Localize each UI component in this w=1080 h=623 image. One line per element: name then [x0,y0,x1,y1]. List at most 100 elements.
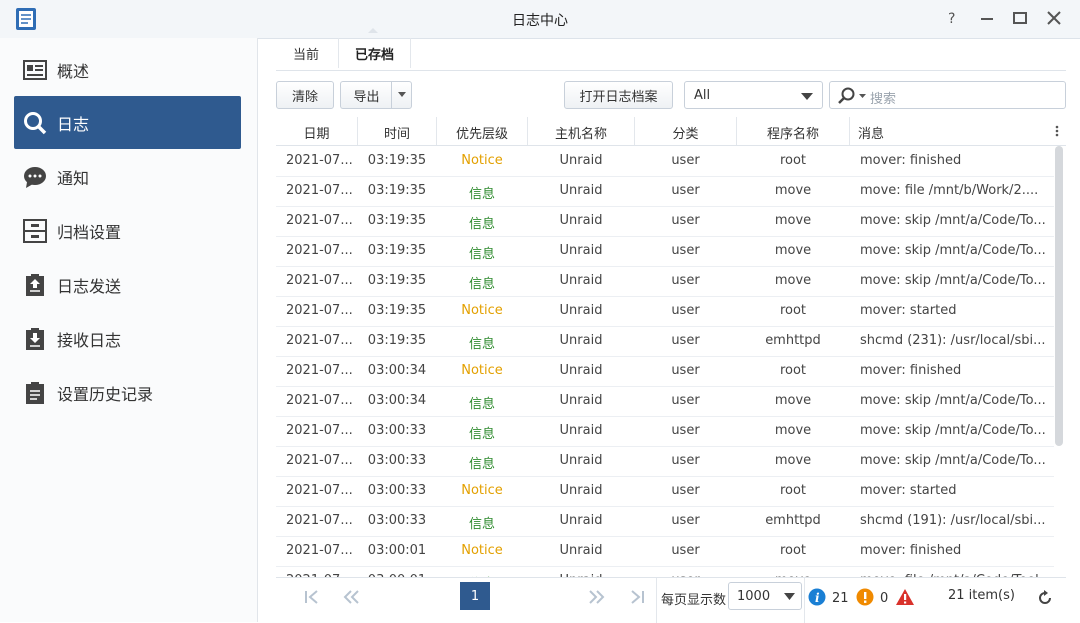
sidebar-item-archive-settings[interactable]: 归档设置 [14,204,241,257]
table-row[interactable]: 2021-07... 03:19:35 信息 Unraid user move move: … [276,266,1054,297]
first-page-icon[interactable] [304,590,320,604]
sidebar-item-label: 接收日志 [57,330,122,350]
per-page-label: 每页显示数 [661,593,727,608]
table-row[interactable]: 2021-07... 03:00:34 信息 Unraid user move move: … [276,386,1054,417]
cell-host: Unraid [559,273,603,288]
tab-bar: 当前 已存档 [276,38,1066,71]
cell-message: mover: finished [860,153,962,168]
table-row[interactable]: 2021-07... 03:00:33 信息 Unraid user move move: … [276,416,1054,447]
table-row[interactable]: 2021-07... 03:19:35 信息 Unraid user emhttpd shc… [276,326,1054,357]
previous-page-icon[interactable] [342,590,360,604]
sidebar-item-logs[interactable]: 日志 [14,96,241,149]
table-row[interactable]: 2021-07...03:00:01信息Unraidusermovemove: … [276,566,1054,577]
cell-date: 2021-07... [286,453,353,468]
table-row[interactable]: 2021-07... 03:19:35 信息 Unraid user move move: … [276,206,1054,237]
archive-cabinet-icon [23,218,47,243]
cell-program: move [774,273,812,288]
column-menu-icon[interactable] [1054,124,1060,138]
current-page-button[interactable]: 1 [460,582,490,610]
per-page-select[interactable]: 1000 [728,582,802,610]
clear-button[interactable]: 清除 [276,81,334,109]
svg-text:?: ? [948,11,955,27]
tab-archived[interactable]: 已存档 [355,44,394,63]
sidebar-item-receive-logs[interactable]: 接收日志 [14,312,241,365]
cell-host: Unraid [559,423,603,438]
table-row[interactable]: 2021-07... 03:00:33 信息 Unraid user move move: … [276,446,1054,477]
sidebar-item-notifications[interactable]: 通知 [14,150,241,203]
table-row[interactable]: 2021-07... 03:19:35 Notice Unraid user root mo… [276,296,1054,327]
cell-category: user [671,513,700,528]
cell-program: root [779,153,807,168]
title-bar: 日志中心 ? [0,0,1080,39]
cell-date: 2021-07... [286,243,353,258]
cell-date: 2021-07... [286,273,353,288]
cell-program: root [779,363,807,378]
cell-time: 03:19:35 [367,333,427,348]
overview-icon [23,59,47,80]
pagination-bar: 1 每页显示数 1000 i 21 0 21 item(s) [276,577,1066,623]
cell-date: 2021-07... [286,213,353,228]
column-header-time[interactable]: 时间 [358,123,436,142]
cell-time: 03:19:35 [367,213,427,228]
table-row[interactable]: 2021-07... 03:00:01 Notice Unraid user root mo… [276,536,1054,567]
export-button[interactable]: 导出 [340,81,392,109]
next-page-icon[interactable] [588,590,606,604]
cell-level: 信息 [468,457,495,472]
tab-current[interactable]: 当前 [293,44,319,63]
sidebar-item-log-sending[interactable]: 日志发送 [14,258,241,311]
cell-message: move: skip /mnt/a/Code/To... [860,453,1046,468]
help-icon[interactable]: ? [944,9,962,27]
column-header-priority[interactable]: 优先层级 [437,123,527,142]
cell-time: 03:19:35 [367,303,427,318]
table-row[interactable]: 2021-07... 03:19:35 信息 Unraid user move move: … [276,236,1054,267]
cell-category: user [671,363,700,378]
cell-category: user [671,243,700,258]
cell-category: user [671,393,700,408]
svg-text:i: i [815,591,820,605]
cell-message: mover: finished [860,363,962,378]
refresh-icon[interactable] [1036,589,1054,607]
cell-program: root [779,483,807,498]
cell-program: move [774,183,812,198]
open-log-archive-button[interactable]: 打开日志档案 [564,81,673,109]
info-icon: i [808,588,826,606]
cell-date: 2021-07... [286,513,353,528]
table-row[interactable]: 2021-07... 03:19:35 Notice Unraid user root mo… [276,146,1054,177]
log-table: 日期 时间 优先层级 主机名称 分类 程序名称 消息 2021-07... 03:… [276,117,1066,577]
cell-time: 03:19:35 [367,243,427,258]
window-title: 日志中心 [512,13,568,29]
column-header-program[interactable]: 程序名称 [737,123,849,142]
table-row[interactable]: 2021-07... 03:00:34 Notice Unraid user root mo… [276,356,1054,387]
cell-host: Unraid [559,243,603,258]
chat-bubble-icon [24,166,46,188]
table-row[interactable]: 2021-07... 03:00:33 信息 Unraid user emhttpd shc… [276,506,1054,537]
close-icon[interactable] [1045,9,1063,27]
column-header-hostname[interactable]: 主机名称 [528,123,634,142]
sidebar-item-overview[interactable]: 概述 [14,43,241,96]
info-count: 21 [832,591,849,606]
cell-date: 2021-07... [286,183,353,198]
cell-level: Notice [461,483,503,498]
minimize-icon[interactable] [978,9,996,27]
column-header-date[interactable]: 日期 [276,123,357,142]
column-header-message[interactable]: 消息 [858,123,884,142]
cell-host: Unraid [559,453,603,468]
sidebar-item-settings-history[interactable]: 设置历史记录 [14,366,241,419]
export-dropdown-button[interactable] [391,81,412,109]
cell-host: Unraid [559,333,603,348]
cell-date: 2021-07... [286,393,353,408]
column-header-category[interactable]: 分类 [635,123,736,142]
cell-date: 2021-07... [286,543,353,558]
maximize-icon[interactable] [1011,9,1029,27]
cell-category: user [671,543,700,558]
search-field[interactable]: 搜索 [829,81,1066,109]
cell-level: 信息 [468,337,495,352]
filter-select[interactable]: All [684,81,823,109]
cell-level: Notice [461,363,503,378]
table-scrollbar[interactable] [1055,146,1063,446]
table-row[interactable]: 2021-07... 03:19:35 信息 Unraid user move move: … [276,176,1054,207]
last-page-icon[interactable] [629,590,645,604]
cell-level: 信息 [468,427,495,442]
table-row[interactable]: 2021-07... 03:00:33 Notice Unraid user root mo… [276,476,1054,507]
cell-category: user [671,453,700,468]
